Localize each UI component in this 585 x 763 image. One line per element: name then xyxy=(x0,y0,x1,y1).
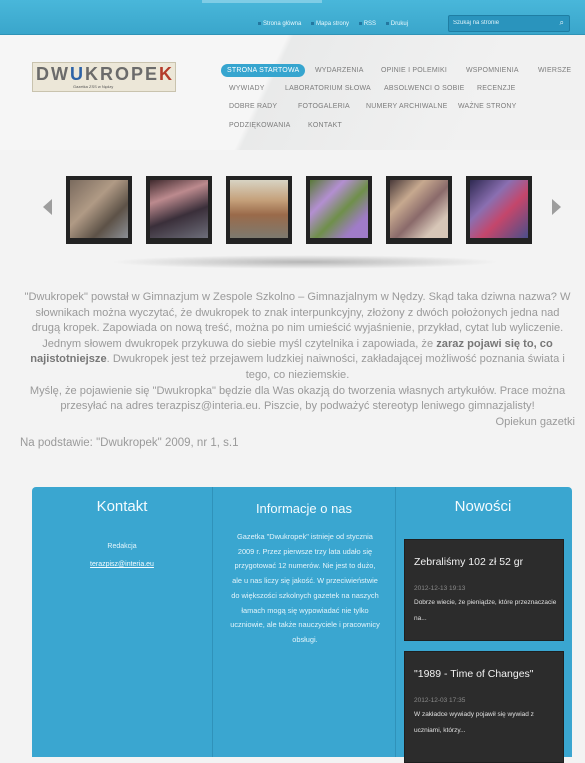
header xyxy=(0,35,585,150)
magnifier-icon[interactable]: ⌕ xyxy=(560,18,564,28)
nav-item-events[interactable]: WYDARZENIA xyxy=(315,67,364,74)
nav-item-poems[interactable]: WIERSZE xyxy=(538,67,571,74)
nav-item-links[interactable]: WAŻNE STRONY xyxy=(458,103,517,110)
intro-text: "Dwukropek" powstał w Gimnazjum w Zespol… xyxy=(20,290,575,430)
carousel-thumb-2[interactable] xyxy=(146,176,212,244)
nav-item-contact[interactable]: KONTAKT xyxy=(308,122,342,129)
news-title[interactable]: Zebraliśmy 102 zł 52 gr xyxy=(414,556,523,568)
carousel-shadow xyxy=(110,255,500,269)
footer-contact-column: Kontakt Redakcja terazpisz@interia.eu xyxy=(32,487,212,757)
intro-signature: Opiekun gazetki xyxy=(495,415,575,428)
bullet-icon xyxy=(311,21,315,25)
nav-item-start[interactable]: STRONA STARTOWA xyxy=(221,64,306,77)
footer-about-column: Informacje o nas Gazetka "Dwukropek" ist… xyxy=(212,487,396,757)
sitemap-link[interactable]: Mapa strony xyxy=(311,21,349,27)
about-heading: Informacje o nas xyxy=(255,501,353,516)
bullet-icon xyxy=(385,21,389,25)
nav-item-alumni[interactable]: ABSOLWENCI O SOBIE xyxy=(384,85,465,92)
footer: Kontakt Redakcja terazpisz@interia.eu In… xyxy=(32,487,572,763)
bullet-icon xyxy=(258,21,261,25)
about-text: Gazetka "Dwukropek" istnieje od stycznia… xyxy=(230,532,380,644)
news-item[interactable]: Zebraliśmy 102 zł 52 gr 2012-12-13 19:13… xyxy=(404,539,564,641)
carousel-thumb-1[interactable] xyxy=(66,176,132,244)
home-link[interactable]: Strona główna xyxy=(258,21,301,27)
utility-links: Strona główna Mapa strony RSS Drukuj xyxy=(258,21,416,27)
logo-subtitle: Gazetka ZSS w Nędzy xyxy=(73,84,114,89)
news-excerpt: W zakładce wywiady pojawił się wywiad z … xyxy=(414,711,534,734)
news-heading: Nowości xyxy=(454,498,512,515)
nav-item-interviews[interactable]: WYWIADY xyxy=(229,85,265,92)
news-item[interactable]: "1989 - Time of Changes" 2012-12-03 17:3… xyxy=(404,651,564,763)
arrow-right-icon[interactable] xyxy=(552,199,561,215)
carousel-thumb-4[interactable] xyxy=(306,176,372,244)
photo-carousel xyxy=(40,172,580,247)
source-note: Na podstawie: "Dwukropek" 2009, nr 1, s.… xyxy=(20,437,239,449)
contact-heading: Kontakt xyxy=(96,498,148,515)
intro-paragraph-1: "Dwukropek" powstał w Gimnazjum w Zespol… xyxy=(24,291,571,381)
nav-item-memories[interactable]: WSPOMNIENIA xyxy=(466,67,519,74)
carousel-thumb-5[interactable] xyxy=(386,176,452,244)
print-link[interactable]: Drukuj xyxy=(385,21,408,27)
nav-item-archive[interactable]: NUMERY ARCHIWALNE xyxy=(366,103,447,110)
nav-item-gallery[interactable]: FOTOGALERIA xyxy=(298,103,350,110)
arrow-left-icon[interactable] xyxy=(43,199,52,215)
news-title[interactable]: "1989 - Time of Changes" xyxy=(414,668,534,680)
intro-paragraph-2: Myślę, że pojawienie się "Dwukropka" będ… xyxy=(29,384,566,413)
search-box: ⌕ xyxy=(448,15,570,32)
search-input[interactable] xyxy=(453,18,549,28)
logo-wordmark: DWUKROPEK xyxy=(36,64,175,84)
carousel-thumb-3[interactable] xyxy=(226,176,292,244)
footer-news-column: Nowości Zebraliśmy 102 zł 52 gr 2012-12-… xyxy=(394,487,572,763)
top-bar-tab-highlight xyxy=(202,0,322,3)
news-date: 2012-12-03 17:35 xyxy=(414,697,466,704)
news-excerpt: Dobrze wiecie, że pieniądze, które przez… xyxy=(414,599,557,622)
nav-item-reviews[interactable]: RECENZJE xyxy=(477,85,516,92)
editorial-label: Redakcja xyxy=(107,543,137,550)
site-logo[interactable]: DWUKROPEK Gazetka ZSS w Nędzy xyxy=(32,62,176,92)
nav-item-advice[interactable]: DOBRE RADY xyxy=(229,103,277,110)
rss-link[interactable]: RSS xyxy=(358,21,376,27)
nav-item-word-lab[interactable]: LABORATORIUM SŁOWA xyxy=(285,85,371,92)
bullet-icon xyxy=(358,21,362,25)
news-date: 2012-12-13 19:13 xyxy=(414,585,466,592)
nav-item-thanks[interactable]: PODZIĘKOWANIA xyxy=(229,122,290,129)
nav-item-opinions[interactable]: OPINIE I POLEMIKI xyxy=(381,67,447,74)
carousel-thumb-6[interactable] xyxy=(466,176,532,244)
top-bar: Strona główna Mapa strony RSS Drukuj ⌕ xyxy=(0,0,585,35)
contact-email-link[interactable]: terazpisz@interia.eu xyxy=(32,561,212,568)
